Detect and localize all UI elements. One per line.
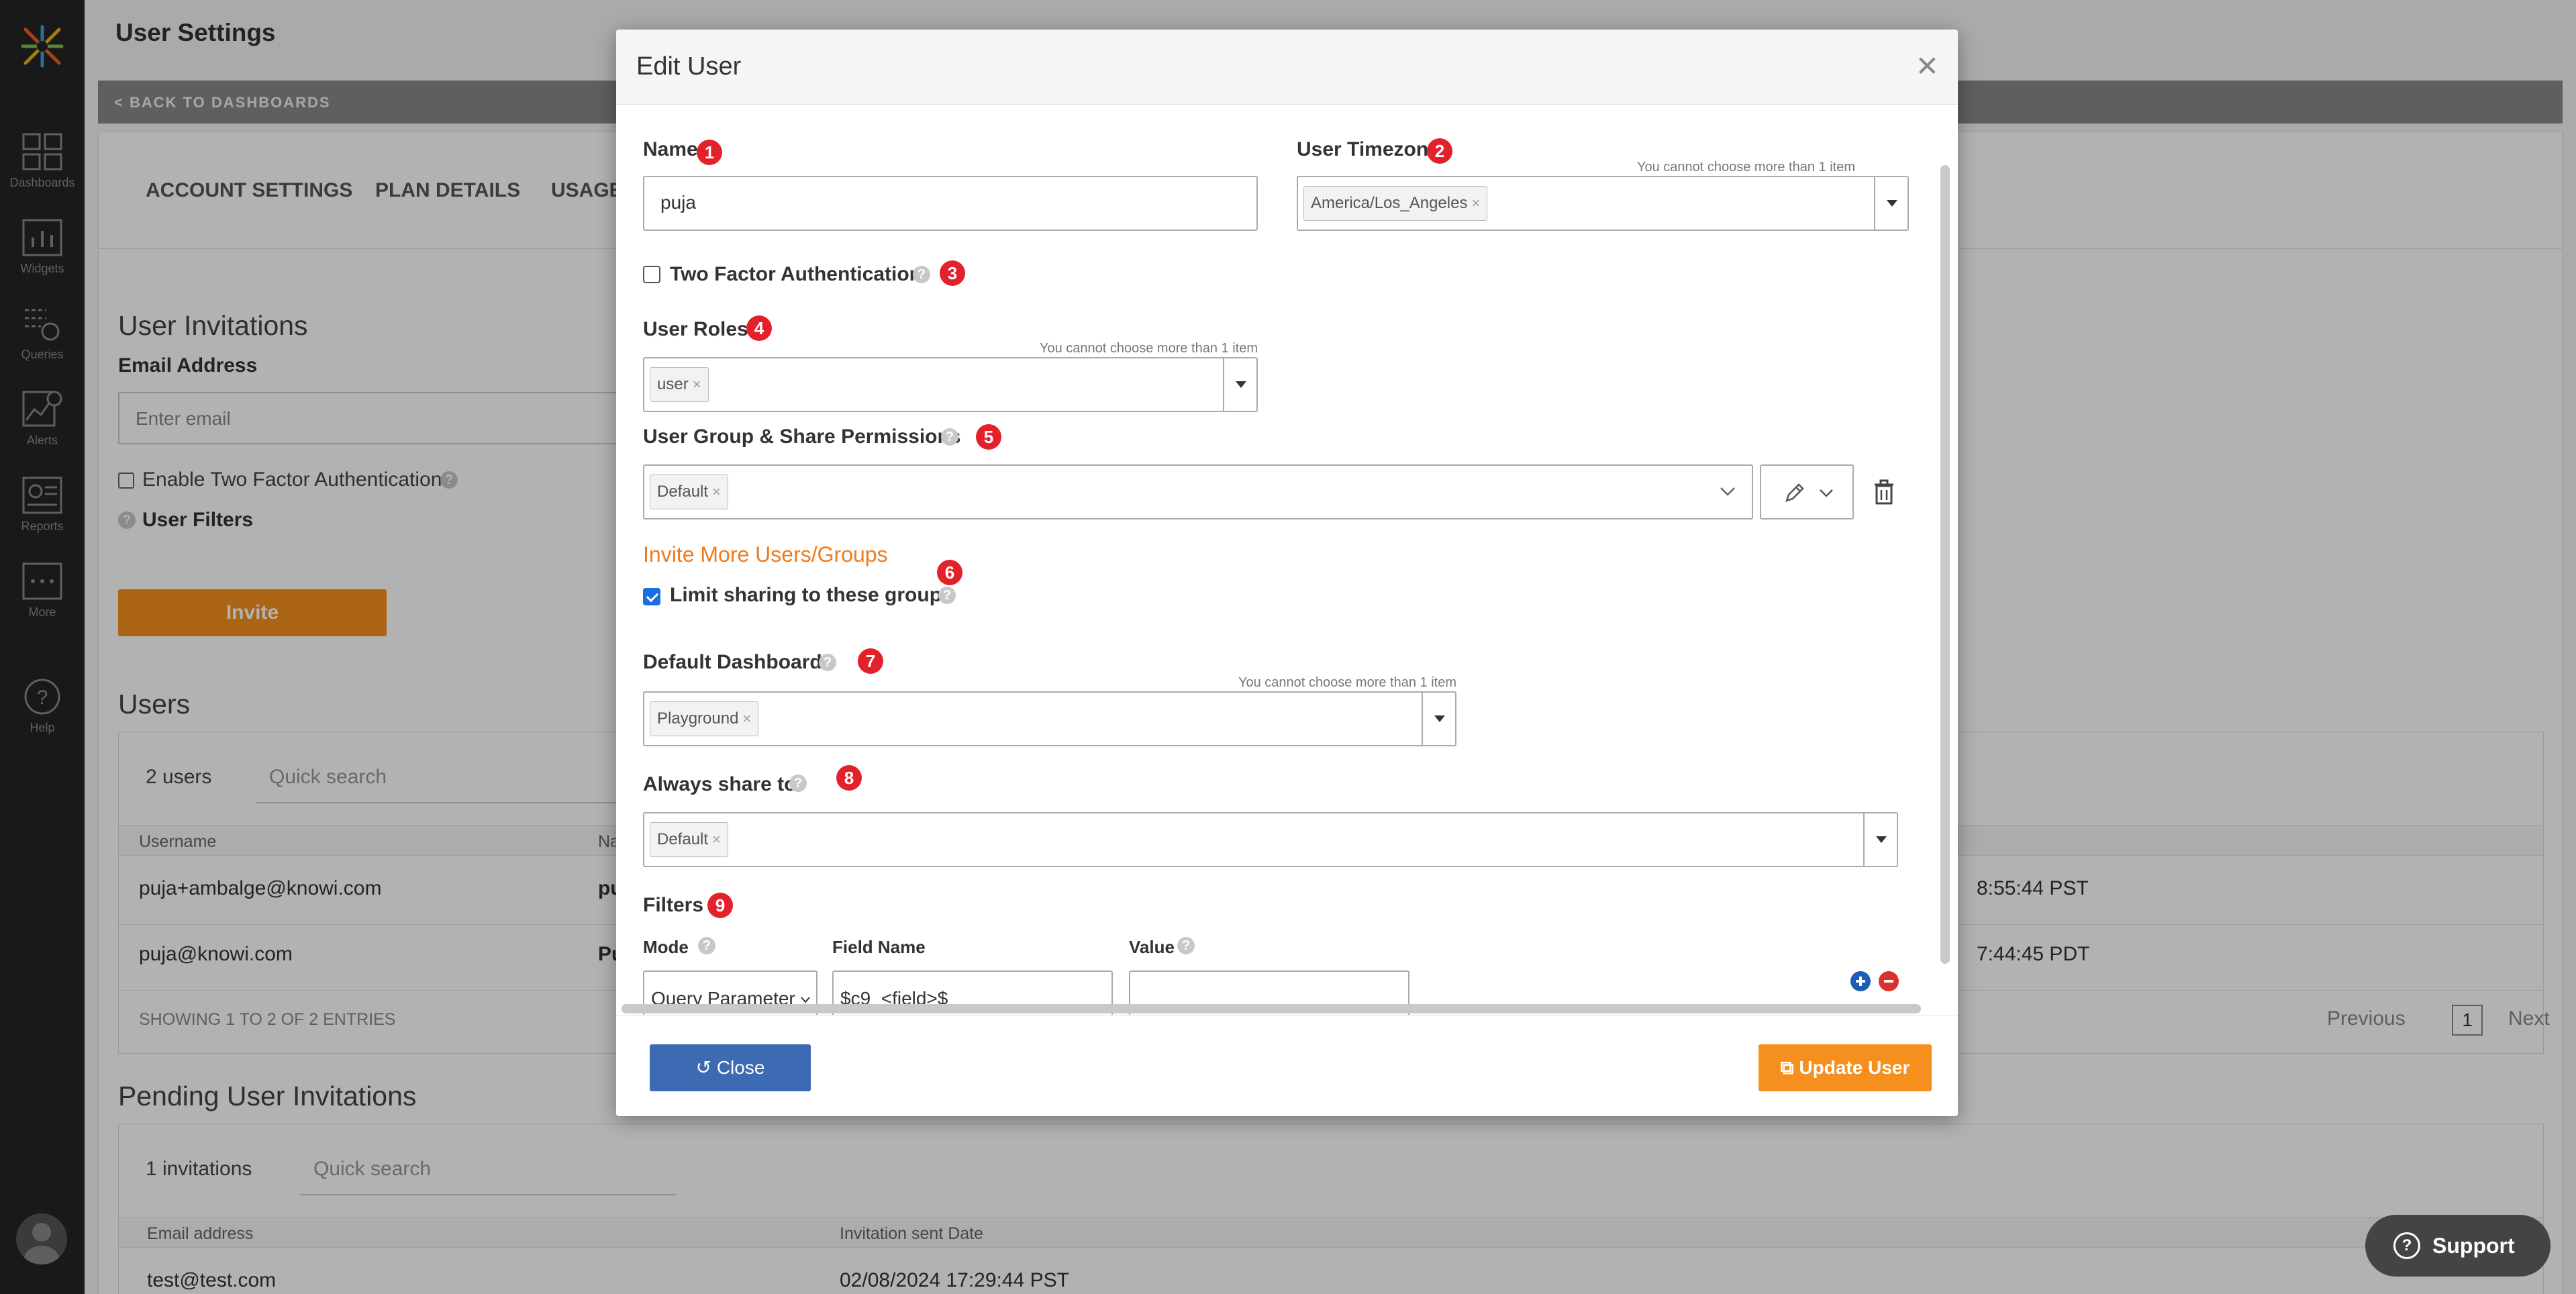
user-roles-select[interactable]: user ×: [643, 357, 1258, 412]
caret-down-icon: [1876, 836, 1887, 843]
name-input[interactable]: puja: [643, 176, 1258, 231]
share-tag: Default ×: [650, 822, 728, 857]
modal-footer: ↺ Close ⧉ Update User: [616, 1015, 1958, 1116]
default-dashboard-label: Default Dashboard: [643, 651, 822, 673]
step-badge-1: 1: [697, 140, 722, 165]
trash-icon[interactable]: [1874, 479, 1894, 505]
always-share-dropdown-toggle[interactable]: [1863, 813, 1897, 866]
group-permissions-label: User Group & Share Permissions: [643, 426, 961, 448]
modal-vertical-scrollbar[interactable]: [1940, 165, 1950, 964]
filter-mode-help-icon[interactable]: ?: [698, 937, 715, 954]
chevron-down-icon: [1820, 489, 1833, 497]
group-permissions-help-icon[interactable]: ?: [941, 428, 958, 446]
filter-field-label: Field Name: [832, 937, 926, 957]
group-tag-label: Default: [657, 483, 709, 501]
step-badge-9: 9: [707, 893, 733, 918]
step-badge-4: 4: [746, 315, 772, 341]
always-share-help-icon[interactable]: ?: [789, 775, 807, 792]
timezone-tag: America/Los_Angeles ×: [1303, 186, 1488, 221]
two-factor-help-icon[interactable]: ?: [913, 266, 930, 283]
two-factor-checkbox[interactable]: [643, 266, 660, 283]
timezone-select[interactable]: America/Los_Angeles ×: [1297, 176, 1909, 231]
name-label: Name: [643, 138, 698, 160]
step-badge-3: 3: [940, 260, 965, 286]
close-button-label: Close: [716, 1057, 765, 1078]
user-role-tag-label: user: [657, 375, 689, 393]
share-tag-label: Default: [657, 830, 709, 848]
chevron-down-icon: [801, 997, 810, 1003]
add-filter-icon[interactable]: [1850, 970, 1871, 992]
default-dashboard-help-icon[interactable]: ?: [819, 654, 836, 671]
step-badge-2: 2: [1427, 138, 1452, 164]
limit-sharing-label: Limit sharing to these groups: [670, 584, 953, 606]
support-label: Support: [2432, 1234, 2515, 1258]
default-dashboard-dropdown-toggle[interactable]: [1422, 693, 1455, 745]
filter-value-help-icon[interactable]: ?: [1177, 937, 1195, 954]
chevron-down-icon[interactable]: [1720, 486, 1736, 497]
dashboard-tag-label: Playground: [657, 709, 739, 728]
modal-body: Name 1 puja User Timezone 2 You cannot c…: [616, 105, 1958, 1028]
invite-more-link[interactable]: Invite More Users/Groups: [643, 542, 888, 567]
filter-mode-label: Mode: [643, 937, 689, 957]
user-roles-hint: You cannot choose more than 1 item: [1039, 341, 1258, 356]
remove-tag-icon[interactable]: ×: [693, 376, 701, 393]
user-roles-dropdown-toggle[interactable]: [1223, 358, 1256, 411]
remove-tag-icon[interactable]: ×: [712, 831, 721, 848]
two-factor-label: Two Factor Authentication: [670, 263, 922, 285]
filters-label: Filters: [643, 894, 704, 916]
caret-down-icon: [1887, 200, 1897, 207]
update-user-button-label: Update User: [1799, 1057, 1910, 1078]
step-badge-6: 6: [937, 560, 962, 585]
remove-tag-icon[interactable]: ×: [712, 483, 721, 500]
remove-tag-icon[interactable]: ×: [742, 710, 751, 727]
default-dashboard-hint: You cannot choose more than 1 item: [1238, 675, 1456, 690]
remove-filter-icon[interactable]: [1878, 970, 1899, 992]
question-icon: ?: [2393, 1232, 2420, 1259]
permission-edit-dropdown[interactable]: [1760, 464, 1854, 519]
always-share-label: Always share to: [643, 773, 797, 795]
group-permissions-select[interactable]: Default ×: [643, 464, 1753, 519]
modal-horizontal-scrollbar[interactable]: [622, 1004, 1921, 1013]
group-tag: Default ×: [650, 475, 728, 509]
always-share-select[interactable]: Default ×: [643, 812, 1898, 867]
dashboard-tag: Playground ×: [650, 701, 759, 736]
close-button[interactable]: ↺ Close: [650, 1044, 811, 1091]
edit-user-modal: Edit User ✕ Name 1 puja User Timezone 2 …: [616, 30, 1958, 1116]
step-badge-5: 5: [976, 424, 1001, 450]
support-button[interactable]: ? Support: [2365, 1215, 2550, 1277]
caret-down-icon: [1236, 381, 1246, 388]
user-role-tag: user ×: [650, 367, 709, 402]
update-user-button[interactable]: ⧉ Update User: [1758, 1044, 1932, 1091]
step-badge-7: 7: [858, 648, 883, 674]
limit-sharing-help-icon[interactable]: ?: [938, 587, 956, 604]
modal-header: Edit User ✕: [616, 30, 1958, 105]
timezone-label: User Timezone: [1297, 138, 1440, 160]
modal-title: Edit User: [636, 52, 742, 81]
timezone-hint: You cannot choose more than 1 item: [1636, 160, 1855, 175]
filter-value-label: Value: [1129, 937, 1175, 957]
step-badge-8: 8: [836, 765, 862, 791]
default-dashboard-select[interactable]: Playground ×: [643, 691, 1456, 746]
caret-down-icon: [1434, 715, 1445, 722]
user-roles-label: User Roles: [643, 318, 748, 340]
remove-tag-icon[interactable]: ×: [1471, 195, 1480, 211]
modal-close-icon[interactable]: ✕: [1916, 52, 1939, 81]
save-icon: ⧉: [1780, 1057, 1799, 1078]
name-input-value: puja: [660, 192, 696, 213]
timezone-dropdown-toggle[interactable]: [1874, 177, 1908, 230]
limit-sharing-checkbox[interactable]: [643, 588, 660, 605]
undo-icon: ↺: [695, 1057, 717, 1078]
pencil-icon: [1785, 483, 1804, 502]
timezone-tag-label: America/Los_Angeles: [1311, 194, 1468, 212]
